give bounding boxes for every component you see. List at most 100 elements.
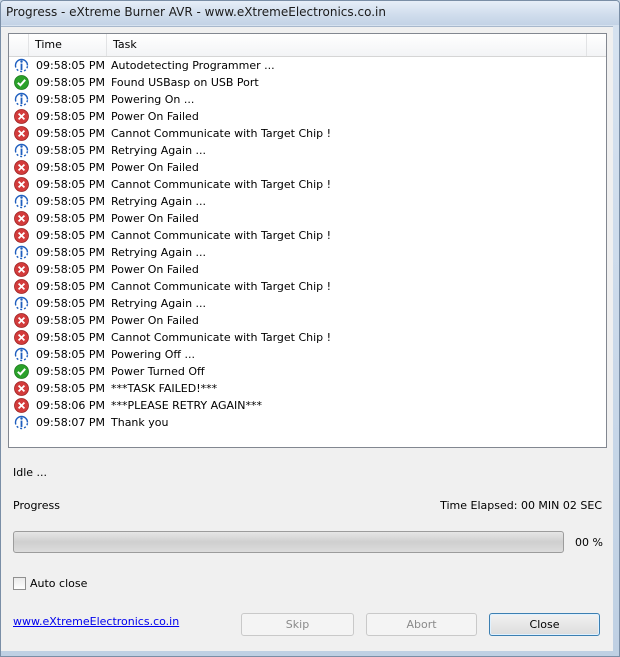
time-elapsed: Time Elapsed: 00 MIN 02 SEC [440, 499, 602, 512]
log-time: 09:58:05 PM [36, 348, 106, 361]
log-row[interactable]: 09:58:05 PM Retrying Again ... [9, 295, 606, 312]
log-row[interactable]: 09:58:05 PM ***TASK FAILED!*** [9, 380, 606, 397]
log-time: 09:58:05 PM [36, 178, 106, 191]
log-time: 09:58:05 PM [36, 280, 106, 293]
error-icon [14, 211, 29, 226]
success-icon [14, 364, 29, 379]
info-icon [14, 347, 29, 362]
log-row[interactable]: 09:58:05 PM Retrying Again ... [9, 244, 606, 261]
log-task: Cannot Communicate with Target Chip ! [111, 280, 332, 293]
log-row[interactable]: 09:58:05 PM Autodetecting Programmer ... [9, 57, 606, 74]
log-task: Retrying Again ... [111, 246, 207, 259]
progress-percent: 00 % [575, 536, 603, 549]
progress-label: Progress [13, 499, 60, 512]
log-time: 09:58:06 PM [36, 399, 106, 412]
title-bar[interactable]: Progress - eXtreme Burner AVR - www.eXtr… [1, 1, 619, 25]
log-time: 09:58:05 PM [36, 263, 106, 276]
success-icon [14, 75, 29, 90]
task-log-list[interactable]: Time Task 09:58:05 PM Autodetecting Progr… [8, 33, 607, 448]
log-row[interactable]: 09:58:05 PM Retrying Again ... [9, 142, 606, 159]
log-time: 09:58:05 PM [36, 246, 106, 259]
log-row[interactable]: 09:58:05 PM Power On Failed [9, 312, 606, 329]
log-row[interactable]: 09:58:06 PM ***PLEASE RETRY AGAIN*** [9, 397, 606, 414]
icon-column-header[interactable] [9, 34, 29, 56]
skip-button[interactable]: Skip [241, 613, 354, 636]
error-icon [14, 109, 29, 124]
log-row[interactable]: 09:58:05 PM Retrying Again ... [9, 193, 606, 210]
log-task: Cannot Communicate with Target Chip ! [111, 127, 332, 140]
log-task: ***PLEASE RETRY AGAIN*** [111, 399, 262, 412]
error-icon [14, 160, 29, 175]
list-header: Time Task [9, 34, 606, 57]
log-row[interactable]: 09:58:05 PM Power On Failed [9, 210, 606, 227]
log-row[interactable]: 09:58:05 PM Cannot Communicate with Targe… [9, 278, 606, 295]
progress-window: Progress - eXtreme Burner AVR - www.eXtr… [0, 0, 620, 657]
log-task: Power On Failed [111, 212, 199, 225]
info-icon [14, 92, 29, 107]
auto-close-label[interactable]: Auto close [30, 577, 87, 590]
log-time: 09:58:05 PM [36, 195, 106, 208]
info-icon [14, 58, 29, 73]
abort-button[interactable]: Abort [366, 613, 477, 636]
log-task: Power On Failed [111, 263, 199, 276]
log-time: 09:58:05 PM [36, 161, 106, 174]
info-icon [14, 415, 29, 430]
log-task: Retrying Again ... [111, 144, 207, 157]
dialog-client-area: Time Task 09:58:05 PM Autodetecting Progr… [1, 26, 613, 651]
log-task: Powering On ... [111, 93, 195, 106]
auto-close-checkbox[interactable] [13, 577, 26, 590]
log-time: 09:58:05 PM [36, 127, 106, 140]
error-icon [14, 381, 29, 396]
list-body: 09:58:05 PM Autodetecting Programmer ... 0… [9, 57, 606, 431]
log-row[interactable]: 09:58:05 PM Cannot Communicate with Targe… [9, 125, 606, 142]
log-task: Cannot Communicate with Target Chip ! [111, 229, 332, 242]
log-time: 09:58:05 PM [36, 382, 106, 395]
log-time: 09:58:05 PM [36, 365, 106, 378]
log-task: Found USBasp on USB Port [111, 76, 259, 89]
log-row[interactable]: 09:58:05 PM Powering Off ... [9, 346, 606, 363]
time-column-header[interactable]: Time [29, 34, 107, 56]
error-icon [14, 313, 29, 328]
log-time: 09:58:05 PM [36, 59, 106, 72]
log-time: 09:58:05 PM [36, 110, 106, 123]
error-icon [14, 279, 29, 294]
log-row[interactable]: 09:58:05 PM Power Turned Off [9, 363, 606, 380]
log-task: Retrying Again ... [111, 195, 207, 208]
log-task: Power On Failed [111, 314, 199, 327]
log-time: 09:58:05 PM [36, 331, 106, 344]
log-row[interactable]: 09:58:05 PM Cannot Communicate with Targe… [9, 176, 606, 193]
log-row[interactable]: 09:58:05 PM Cannot Communicate with Targe… [9, 227, 606, 244]
log-task: Thank you [111, 416, 169, 429]
error-icon [14, 126, 29, 141]
log-task: Retrying Again ... [111, 297, 207, 310]
task-column-header[interactable]: Task [107, 34, 587, 56]
info-icon [14, 245, 29, 260]
log-task: Power Turned Off [111, 365, 205, 378]
log-task: Cannot Communicate with Target Chip ! [111, 178, 332, 191]
log-row[interactable]: 09:58:05 PM Found USBasp on USB Port [9, 74, 606, 91]
log-row[interactable]: 09:58:05 PM Power On Failed [9, 159, 606, 176]
error-icon [14, 177, 29, 192]
log-task: Power On Failed [111, 161, 199, 174]
website-link[interactable]: www.eXtremeElectronics.co.in [13, 615, 179, 628]
log-time: 09:58:07 PM [36, 416, 106, 429]
log-row[interactable]: 09:58:05 PM Cannot Communicate with Targe… [9, 329, 606, 346]
error-icon [14, 398, 29, 413]
info-icon [14, 143, 29, 158]
progress-bar [13, 531, 564, 553]
log-task: Cannot Communicate with Target Chip ! [111, 331, 332, 344]
close-button[interactable]: Close [489, 613, 600, 636]
log-row[interactable]: 09:58:07 PM Thank you [9, 414, 606, 431]
log-row[interactable]: 09:58:05 PM Power On Failed [9, 108, 606, 125]
log-row[interactable]: 09:58:05 PM Power On Failed [9, 261, 606, 278]
log-time: 09:58:05 PM [36, 212, 106, 225]
log-time: 09:58:05 PM [36, 93, 106, 106]
status-text: Idle ... [13, 466, 48, 479]
log-time: 09:58:05 PM [36, 314, 106, 327]
log-time: 09:58:05 PM [36, 297, 106, 310]
log-task: ***TASK FAILED!*** [111, 382, 218, 395]
log-task: Powering Off ... [111, 348, 195, 361]
error-icon [14, 330, 29, 345]
log-row[interactable]: 09:58:05 PM Powering On ... [9, 91, 606, 108]
error-icon [14, 262, 29, 277]
